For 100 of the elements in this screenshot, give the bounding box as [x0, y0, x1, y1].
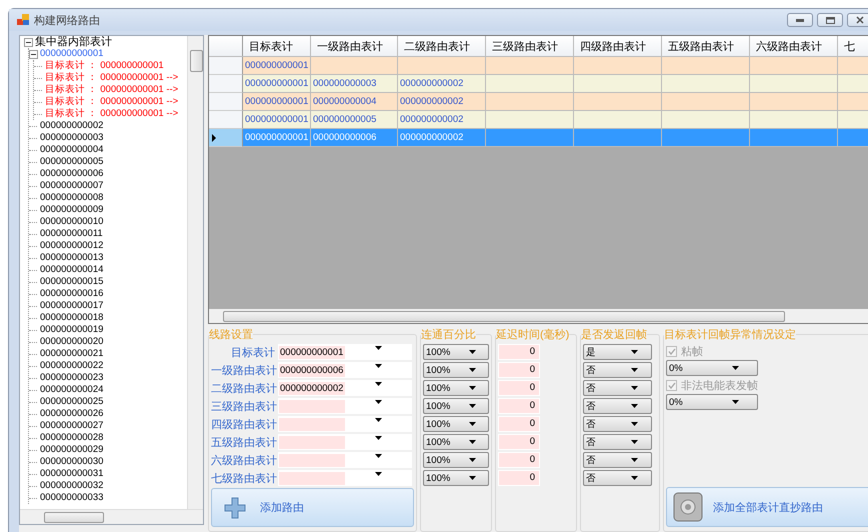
- reply-combo-box[interactable]: 否: [583, 398, 652, 414]
- delay-field[interactable]: 0: [498, 362, 540, 378]
- dropdown-arrow-icon: [469, 458, 476, 462]
- tree-item[interactable]: 000000000023: [39, 372, 104, 384]
- percent-combo-box[interactable]: 100%: [423, 470, 489, 486]
- table-cell: 000000000002: [398, 111, 486, 129]
- minimize-button[interactable]: [787, 13, 813, 27]
- percent-combo-box[interactable]: 100%: [423, 434, 489, 450]
- reply-combo-box[interactable]: 否: [583, 452, 652, 468]
- tree-item[interactable]: 000000000020: [39, 336, 104, 348]
- delay-field[interactable]: 0: [498, 398, 540, 414]
- tree-item[interactable]: 目标表计 ： 000000000001 -->: [44, 72, 180, 84]
- tree-item[interactable]: 000000000016: [39, 288, 104, 300]
- meter-combo-box[interactable]: 000000000001: [278, 344, 412, 360]
- delay-field[interactable]: 0: [498, 416, 540, 432]
- percent-combo-box[interactable]: 100%: [423, 398, 489, 414]
- tree-item[interactable]: 000000000018: [39, 312, 104, 324]
- tree-item[interactable]: 000000000014: [39, 264, 104, 276]
- tree-item[interactable]: 集中器内部表计: [34, 36, 113, 48]
- close-icon: [856, 16, 864, 24]
- tree-item[interactable]: 000000000012: [39, 240, 104, 252]
- column-header[interactable]: 目标表计: [243, 36, 311, 56]
- tree-item[interactable]: 000000000024: [39, 384, 104, 396]
- vertical-scrollbar[interactable]: [187, 36, 203, 509]
- table-cell: 000000000001: [243, 75, 311, 93]
- tree-item[interactable]: 000000000003: [39, 132, 104, 144]
- column-header[interactable]: 五级路由表计: [662, 36, 750, 56]
- tree-item[interactable]: 000000000006: [39, 168, 104, 180]
- percent-combo-box[interactable]: 100%: [423, 344, 489, 360]
- dropdown-arrow-icon: [631, 422, 638, 426]
- dropdown-arrow-icon: [375, 418, 382, 422]
- tree-item[interactable]: 000000000019: [39, 324, 104, 336]
- tree-item[interactable]: 000000000031: [39, 468, 104, 480]
- column-header[interactable]: 二级路由表计: [398, 36, 486, 56]
- column-header[interactable]: 三级路由表计: [486, 36, 574, 56]
- tree-item[interactable]: 000000000013: [39, 252, 104, 264]
- field-label: 目标表计: [230, 346, 275, 360]
- tree-item[interactable]: 目标表计 ： 000000000001 -->: [44, 96, 180, 108]
- percent-combo-box[interactable]: 100%: [423, 380, 489, 396]
- tree-item[interactable]: 000000000009: [39, 204, 104, 216]
- delay-field[interactable]: 0: [498, 452, 540, 468]
- add-direct-routes-button[interactable]: 添加全部表计直抄路由: [666, 487, 868, 527]
- plus-icon: [224, 496, 246, 518]
- reply-combo-box[interactable]: 是: [583, 344, 652, 360]
- tree-item[interactable]: 000000000008: [39, 192, 104, 204]
- tree-item[interactable]: 000000000030: [39, 456, 104, 468]
- tree-item[interactable]: 000000000004: [39, 144, 104, 156]
- tree-item[interactable]: 000000000001: [39, 48, 104, 60]
- reply-combo-box[interactable]: 否: [583, 470, 652, 486]
- group-title: 线路设置: [209, 328, 253, 342]
- tree-item[interactable]: 目标表计 ： 000000000001: [44, 60, 165, 72]
- column-header[interactable]: 七: [838, 36, 868, 56]
- column-header[interactable]: 六级路由表计: [750, 36, 838, 56]
- percent-combo-box[interactable]: 100%: [423, 362, 489, 378]
- maximize-button[interactable]: [817, 13, 843, 27]
- tree-item[interactable]: 000000000015: [39, 276, 104, 288]
- delay-field[interactable]: 0: [498, 434, 540, 450]
- tree-item[interactable]: 000000000027: [39, 420, 104, 432]
- add-route-button[interactable]: 添加路由: [211, 488, 414, 527]
- field-label: 一级路由表计: [211, 364, 275, 378]
- meter-combo-box[interactable]: 000000000006: [278, 362, 412, 378]
- tree-item[interactable]: 000000000021: [39, 348, 104, 360]
- delay-field[interactable]: 0: [498, 380, 540, 396]
- reply-combo-box[interactable]: 否: [583, 362, 652, 378]
- delay-field[interactable]: 0: [498, 344, 540, 360]
- field-label: 六级路由表计: [211, 454, 275, 468]
- tree-item[interactable]: 000000000026: [39, 408, 104, 420]
- tree-item[interactable]: 000000000029: [39, 444, 104, 456]
- tree-item[interactable]: 000000000022: [39, 360, 104, 372]
- tree-item[interactable]: 000000000028: [39, 432, 104, 444]
- tree-item[interactable]: 000000000032: [39, 480, 104, 492]
- reply-combo-box[interactable]: 否: [583, 434, 652, 450]
- collapse-toggle-icon[interactable]: [29, 50, 38, 58]
- column-header[interactable]: 四级路由表计: [574, 36, 662, 56]
- tree-item[interactable]: 目标表计 ： 000000000001 -->: [44, 84, 180, 96]
- tree-item[interactable]: 000000000033: [39, 492, 104, 504]
- column-header[interactable]: 一级路由表计: [311, 36, 398, 56]
- tree-item[interactable]: 000000000005: [39, 156, 104, 168]
- horizontal-scrollbar[interactable]: [209, 309, 868, 323]
- percent-combo-box[interactable]: 100%: [423, 416, 489, 432]
- horizontal-scrollbar[interactable]: [20, 509, 203, 524]
- reply-combo-box[interactable]: 否: [583, 380, 652, 396]
- table-cell: 000000000002: [398, 75, 486, 93]
- tree-item[interactable]: 000000000010: [39, 216, 104, 228]
- collapse-toggle-icon[interactable]: [24, 38, 33, 46]
- tree-item[interactable]: 000000000017: [39, 300, 104, 312]
- tree-item[interactable]: 000000000025: [39, 396, 104, 408]
- tree-item[interactable]: 目标表计 ： 000000000001 -->: [44, 108, 180, 120]
- row-header[interactable]: [209, 129, 243, 147]
- meter-combo-box[interactable]: 000000000002: [278, 380, 412, 396]
- tree-item[interactable]: 000000000011: [39, 228, 104, 240]
- tree-item[interactable]: 000000000002: [39, 120, 104, 132]
- dropdown-arrow-icon: [375, 400, 382, 404]
- group-title: 目标表计回帧异常情况设定: [664, 328, 796, 342]
- percent-combo-box[interactable]: 100%: [423, 452, 489, 468]
- tree-item[interactable]: 000000000007: [39, 180, 104, 192]
- close-button[interactable]: [847, 13, 868, 27]
- delay-field[interactable]: 0: [498, 470, 540, 486]
- reply-combo-box[interactable]: 否: [583, 416, 652, 432]
- table-cell: 000000000001: [243, 57, 311, 75]
